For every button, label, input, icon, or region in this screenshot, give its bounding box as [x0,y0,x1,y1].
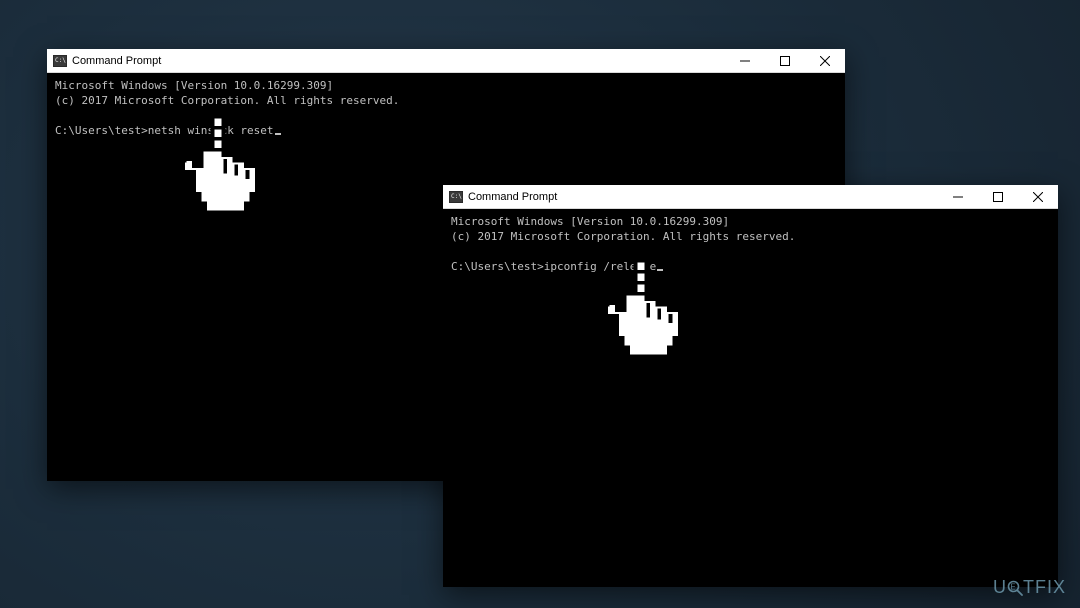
text-cursor [275,133,281,135]
cmd-icon [449,191,463,203]
output-line: Microsoft Windows [Version 10.0.16299.30… [451,215,729,228]
maximize-button[interactable] [765,49,805,72]
titlebar-left: Command Prompt [443,185,938,208]
minimize-button[interactable] [938,185,978,208]
window-title: Command Prompt [468,191,557,203]
window-controls [725,49,845,72]
watermark-mid-letter: E [1010,582,1016,591]
maximize-button[interactable] [978,185,1018,208]
titlebar-left: Command Prompt [47,49,725,72]
prompt-path: C:\Users\test> [55,124,148,137]
watermark-text: U [993,577,1007,598]
output-line: (c) 2017 Microsoft Corporation. All righ… [451,230,795,243]
prompt-path: C:\Users\test> [451,260,544,273]
window-title: Command Prompt [72,55,161,67]
cmd-icon [53,55,67,67]
typed-command: netsh winsock reset [148,124,274,137]
typed-command: ipconfig /release [544,260,657,273]
watermark-text: TFIX [1023,577,1066,598]
minimize-button[interactable] [725,49,765,72]
titlebar[interactable]: Command Prompt [443,185,1058,209]
close-button[interactable] [805,49,845,72]
window-controls [938,185,1058,208]
output-line: Microsoft Windows [Version 10.0.16299.30… [55,79,333,92]
text-cursor [657,269,663,271]
terminal-body[interactable]: Microsoft Windows [Version 10.0.16299.30… [443,209,1058,280]
close-button[interactable] [1018,185,1058,208]
titlebar[interactable]: Command Prompt [47,49,845,73]
magnifier-icon: E [1006,579,1024,597]
terminal-body[interactable]: Microsoft Windows [Version 10.0.16299.30… [47,73,845,144]
output-line: (c) 2017 Microsoft Corporation. All righ… [55,94,399,107]
watermark-logo: U E TFIX [993,577,1066,598]
command-prompt-window-front[interactable]: Command Prompt Microsoft Windows [Versio… [443,185,1058,587]
